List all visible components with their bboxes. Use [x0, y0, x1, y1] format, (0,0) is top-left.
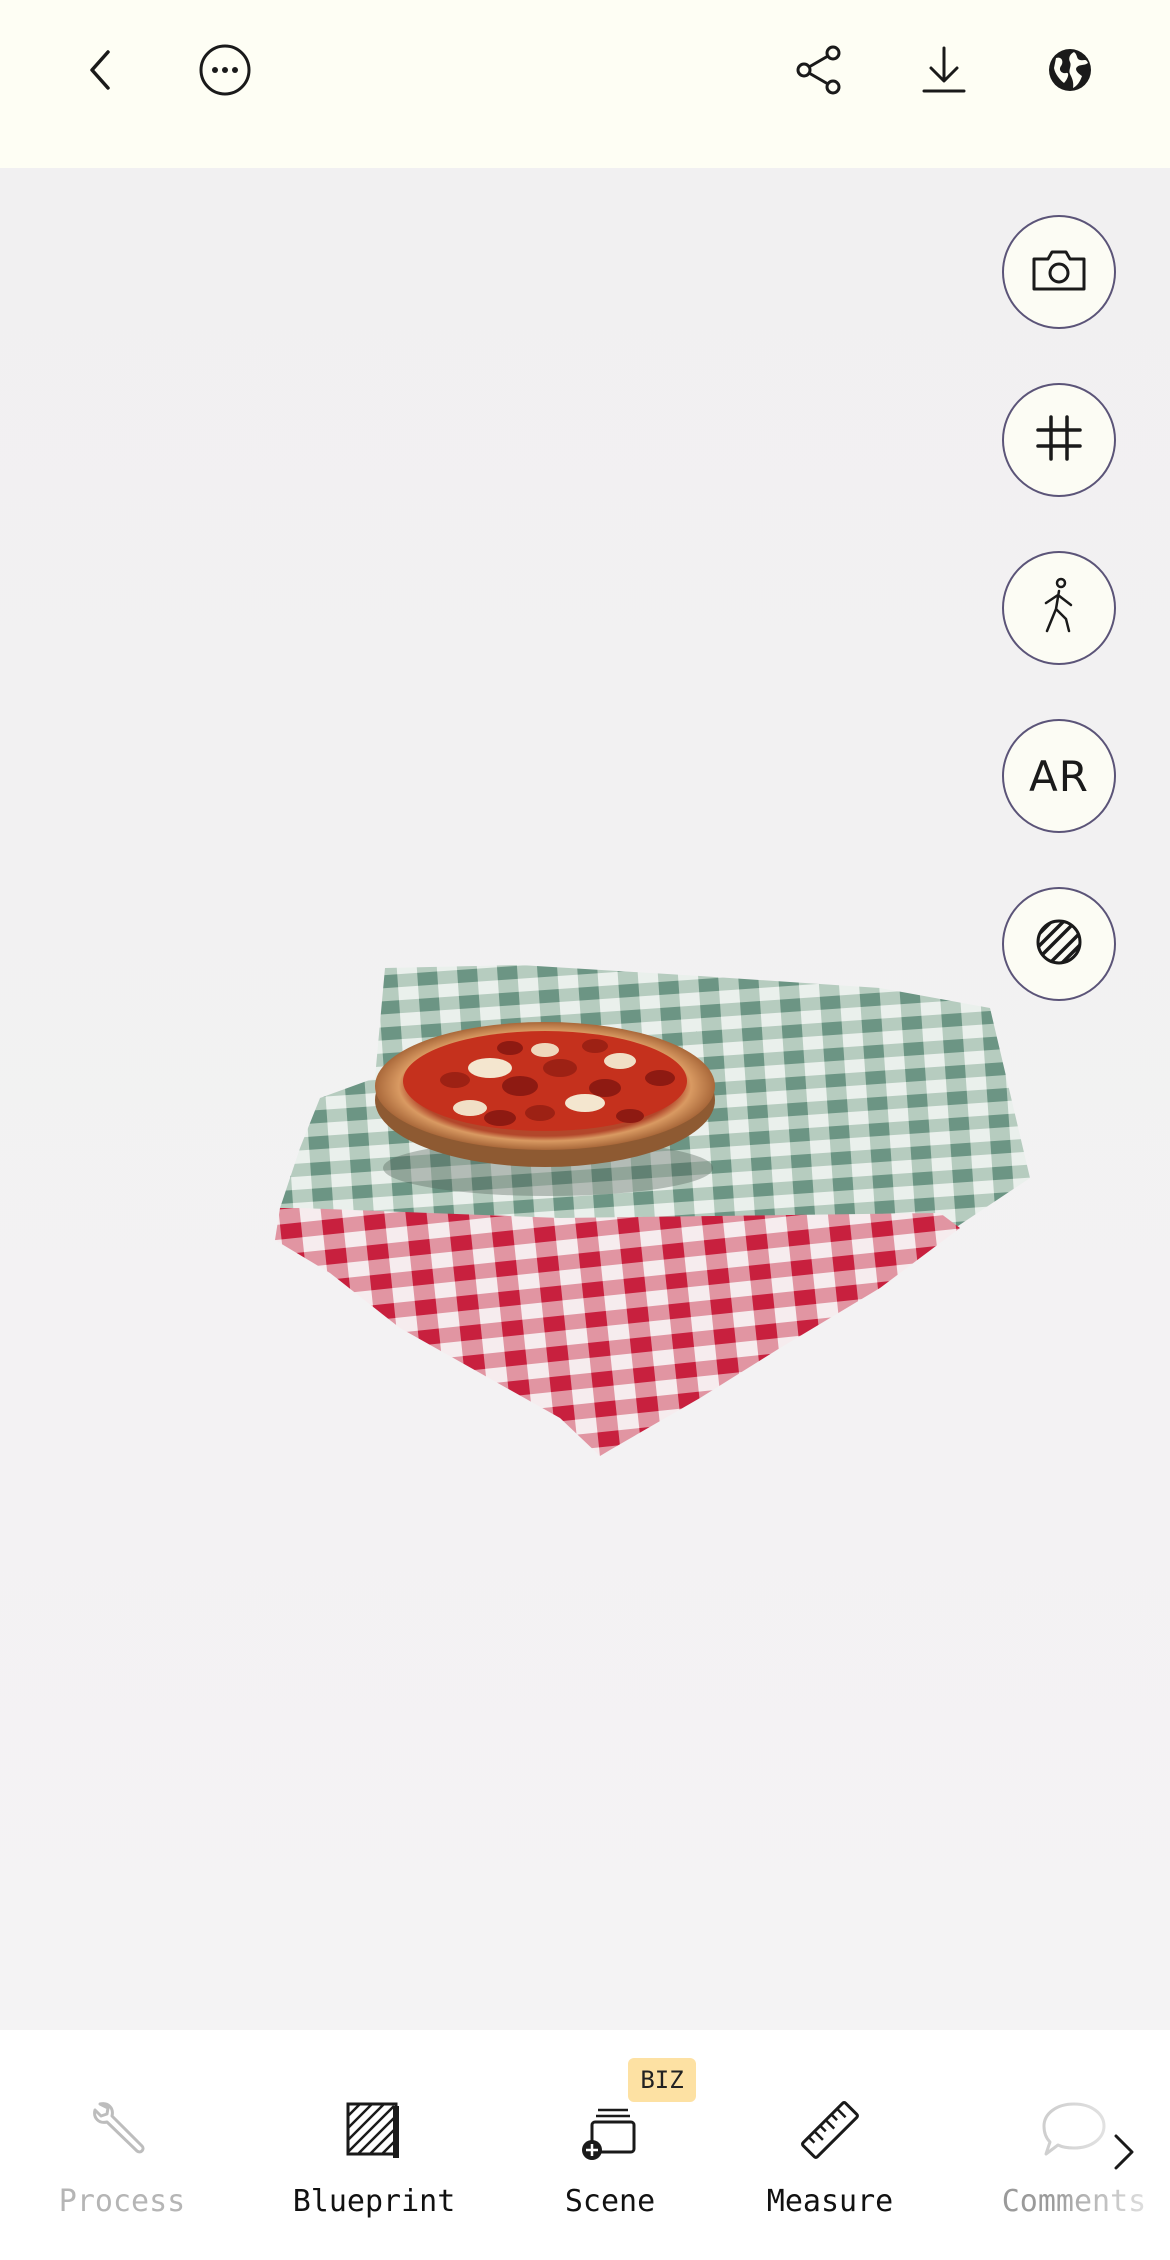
share-icon[interactable] [783, 34, 855, 106]
ar-label: AR [1029, 751, 1089, 801]
tab-measure[interactable]: Measure [720, 2090, 940, 2240]
wrench-icon [90, 2090, 154, 2170]
walk-icon [1039, 577, 1079, 640]
bottom-tab-bar: Process Blueprint Scene Measure Comments… [0, 2030, 1170, 2260]
more-icon[interactable] [189, 34, 261, 106]
chevron-right-icon[interactable] [1104, 2122, 1144, 2182]
blueprint-icon [344, 2090, 404, 2170]
comment-icon [1040, 2090, 1108, 2170]
grid-icon [1035, 414, 1083, 467]
tab-process-label: Process [58, 2184, 186, 2219]
scene-add-icon [578, 2090, 642, 2170]
ruler-icon [798, 2090, 862, 2170]
biz-badge: BIZ [628, 2058, 696, 2102]
tab-blueprint[interactable]: Blueprint [264, 2090, 484, 2240]
tab-process[interactable]: Process [12, 2090, 232, 2240]
tab-scene-label: Scene [564, 2184, 656, 2219]
model-viewport[interactable]: AR [0, 168, 1170, 2030]
download-icon[interactable] [908, 34, 980, 106]
texture-toggle-button[interactable] [1002, 887, 1116, 1001]
tab-measure-label: Measure [766, 2184, 894, 2219]
walk-mode-button[interactable] [1002, 551, 1116, 665]
tab-scene[interactable]: Scene [500, 2090, 720, 2240]
tab-comments-label: Comments [1001, 2184, 1147, 2219]
tab-blueprint-label: Blueprint [292, 2184, 456, 2219]
ar-button[interactable]: AR [1002, 719, 1116, 833]
pizza-model-image [275, 965, 1030, 1456]
grid-button[interactable] [1002, 383, 1116, 497]
camera-button[interactable] [1002, 215, 1116, 329]
top-toolbar [0, 0, 1170, 168]
back-icon[interactable] [64, 34, 136, 106]
camera-icon [1030, 247, 1088, 298]
globe-icon[interactable] [1034, 34, 1106, 106]
texture-icon [1034, 917, 1084, 972]
